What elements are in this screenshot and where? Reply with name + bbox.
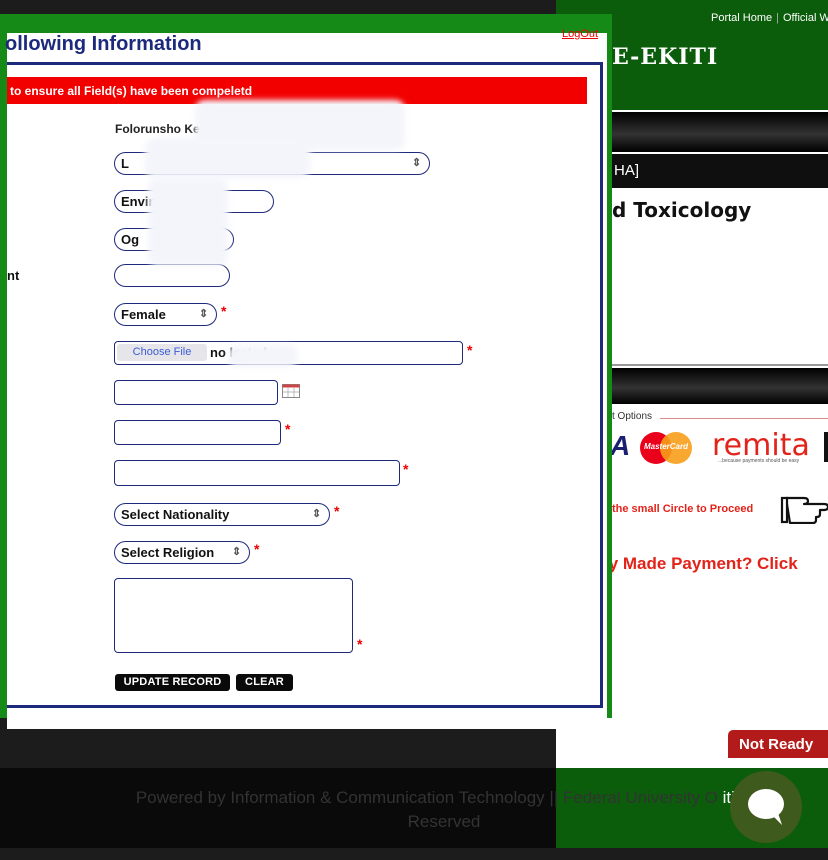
mastercard-logo: MasterCard	[640, 432, 692, 464]
proceed-instruction: the small Circle to Proceed	[612, 503, 754, 515]
required-mark: *	[254, 541, 260, 557]
required-mark: *	[334, 503, 340, 519]
obscured-field[interactable]	[114, 264, 230, 287]
remita-tagline: ...because payments should be easy	[718, 458, 800, 464]
modal-title: ollowing Information	[5, 33, 202, 55]
select-caret-icon: ⇕	[232, 546, 242, 558]
not-ready-button[interactable]: Not Ready	[728, 730, 828, 758]
update-record-button[interactable]: UPDATE RECORD	[115, 674, 230, 691]
phone-input[interactable]	[114, 420, 281, 445]
required-mark: *	[221, 303, 227, 319]
gender-select[interactable]: Female ⇕	[114, 303, 217, 326]
top-links: Portal Home | Official W	[711, 12, 828, 24]
clear-button[interactable]: CLEAR	[236, 674, 293, 691]
required-mark: *	[285, 421, 291, 437]
religion-select[interactable]: Select Religion ⇕	[114, 541, 250, 564]
nationality-select[interactable]: Select Nationality ⇕	[114, 503, 330, 526]
chat-bubble-icon	[748, 789, 784, 825]
calendar-icon[interactable]	[282, 384, 300, 398]
already-paid-link[interactable]: ly Made Payment? Click	[604, 554, 798, 574]
redaction-overlay	[148, 178, 228, 266]
redaction-overlay	[145, 138, 310, 178]
divider	[610, 364, 828, 366]
select-caret-icon: ⇕	[412, 157, 422, 169]
choose-file-button[interactable]: Choose File	[117, 344, 207, 361]
logo-fragment	[824, 432, 828, 462]
chat-button[interactable]	[730, 771, 802, 843]
select-caret-icon: ⇕	[312, 508, 322, 520]
pointing-hand-icon	[780, 496, 828, 524]
screen: Portal Home | Official W E-EKITI HA] d Tox…	[0, 0, 828, 860]
site-name: E-EKITI	[612, 44, 719, 70]
email-input[interactable]	[114, 460, 400, 486]
portal-home-link[interactable]: Portal Home	[711, 12, 772, 24]
department-text: HA]	[614, 162, 640, 179]
visa-logo: A	[610, 430, 631, 461]
redaction-overlay	[228, 345, 298, 367]
field-label-fragment: nt	[7, 268, 20, 283]
payment-options-divider	[660, 418, 828, 419]
footer-text: Powered by Information & Communication T…	[135, 788, 752, 831]
official-link[interactable]: Official W	[783, 12, 828, 24]
date-of-birth-input[interactable]	[114, 380, 278, 405]
required-mark: *	[357, 636, 363, 652]
logout-link[interactable]: LogOut	[562, 28, 598, 40]
payment-options-label: t Options	[612, 411, 653, 422]
course-title: d Toxicology	[612, 198, 752, 222]
required-mark: *	[467, 342, 473, 358]
address-textarea[interactable]	[114, 578, 353, 653]
required-mark: *	[403, 461, 409, 477]
select-caret-icon: ⇕	[199, 308, 209, 320]
bottom-strip	[0, 848, 828, 860]
